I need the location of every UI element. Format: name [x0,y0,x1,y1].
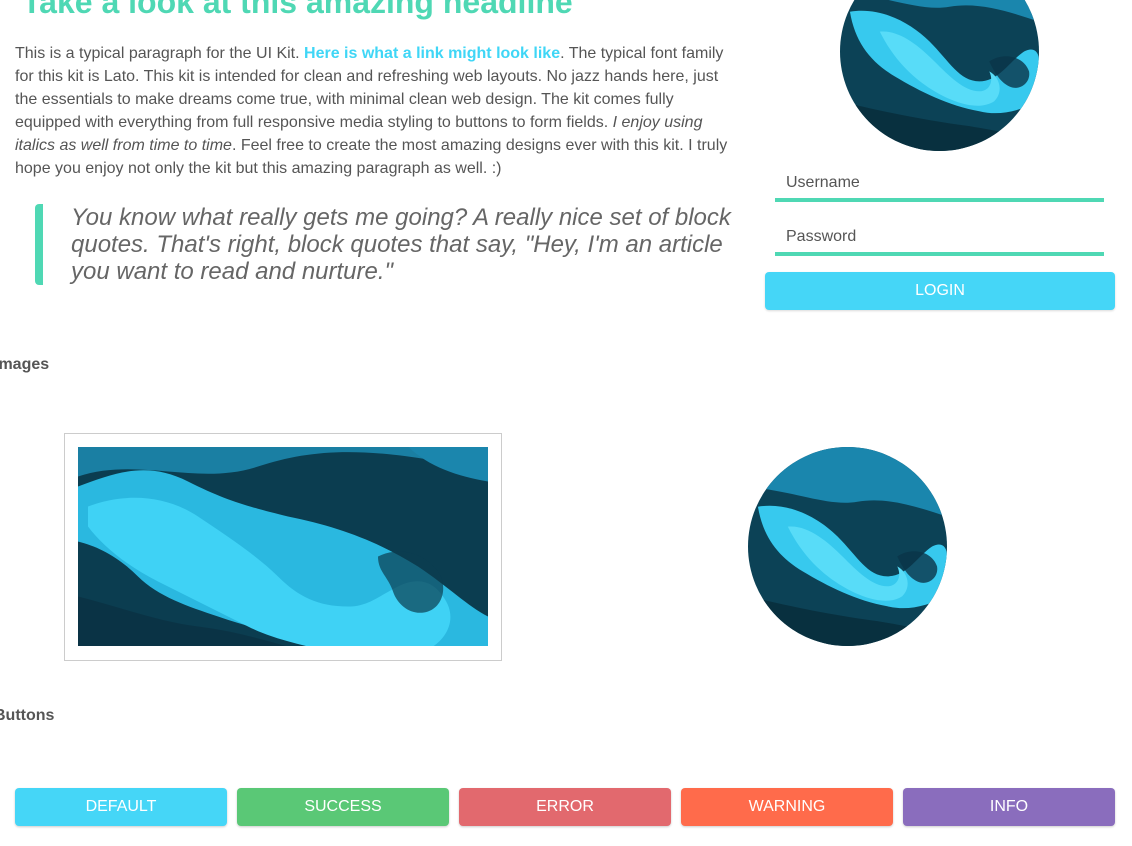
avatar-image [840,0,1039,151]
wave-photo [840,0,1039,151]
circle-image [748,447,947,646]
images-section-label: Images [0,356,50,373]
error-button[interactable]: ERROR [459,788,671,826]
default-button[interactable]: DEFAULT [15,788,227,826]
block-quote: You know what really gets me going? A re… [35,204,731,285]
login-button[interactable]: LOGIN [765,272,1115,310]
success-button[interactable]: SUCCESS [237,788,449,826]
wave-photo [748,447,947,646]
buttons-section-label: Buttons [0,707,55,724]
password-field[interactable] [775,222,1104,256]
ui-kit-page: Take a look at this amazing headline Thi… [0,0,1132,846]
warning-button[interactable]: WARNING [681,788,893,826]
page-headline: Take a look at this amazing headline [22,0,573,20]
framed-image [64,433,502,661]
wave-photo [78,447,488,646]
info-button[interactable]: INFO [903,788,1115,826]
intro-paragraph: This is a typical paragraph for the UI K… [15,42,737,180]
username-field[interactable] [775,168,1104,202]
intro-text-1: This is a typical paragraph for the UI K… [15,45,305,62]
sample-link[interactable]: Here is what a link might look like [304,45,560,62]
framed-image-content [78,447,488,646]
